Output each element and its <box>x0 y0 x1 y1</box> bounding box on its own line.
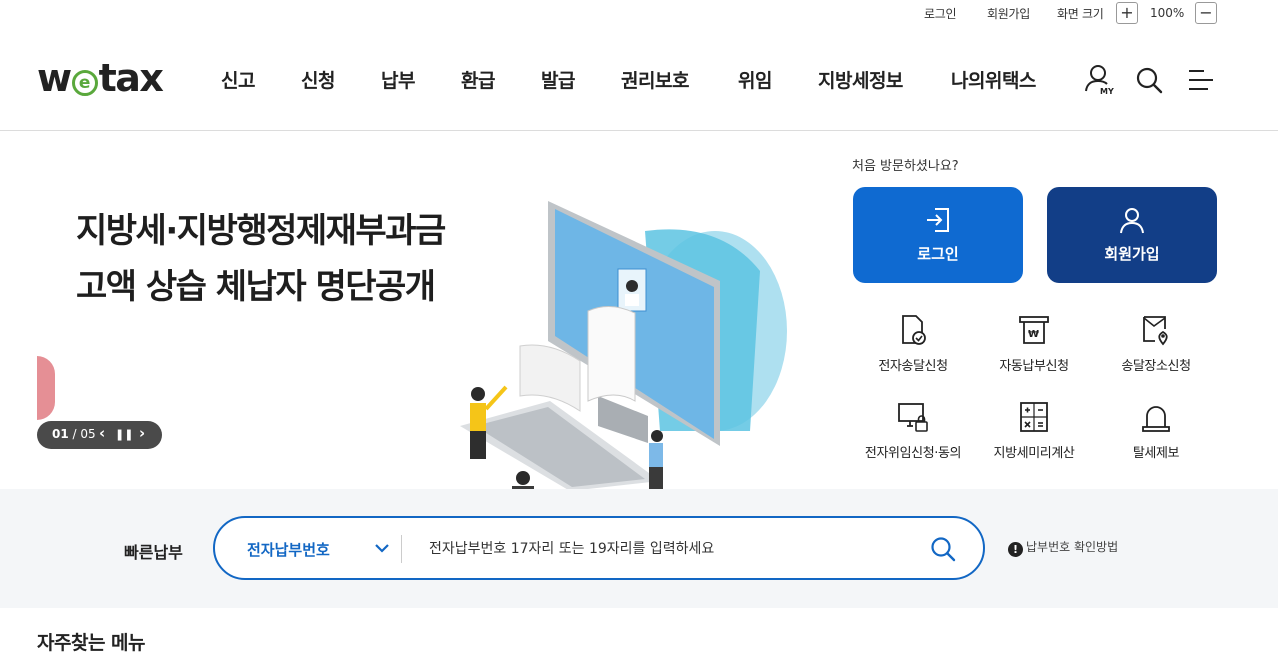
logo-e-mark: e <box>71 70 98 96</box>
zoom-level: 100% <box>1150 6 1185 20</box>
nav-local-tax-info[interactable]: 지방세정보 <box>818 66 903 93</box>
utility-bar: 로그인 회원가입 화면 크기 + 100% − <box>0 0 1278 28</box>
quick-menu-label: 송달장소신청 <box>1121 359 1191 374</box>
util-login-link[interactable]: 로그인 <box>924 5 957 22</box>
payment-type-select[interactable]: 전자납부번호 <box>247 539 330 560</box>
search-icon[interactable] <box>1135 66 1163 98</box>
prev-slide-peek <box>37 356 55 420</box>
quick-menu-e-delivery[interactable]: 전자송달신청 <box>853 313 973 374</box>
won-receipt-icon: ₩ <box>1017 313 1051 347</box>
nav-issue[interactable]: 발급 <box>541 66 575 93</box>
payment-number-input[interactable] <box>429 536 909 562</box>
svg-text:₩: ₩ <box>1028 329 1039 340</box>
login-icon <box>923 205 953 239</box>
quick-menu-auto-pay[interactable]: ₩ 자동납부신청 <box>974 313 1094 374</box>
logo-text-w: w <box>37 56 72 100</box>
info-icon: ! <box>1008 542 1023 557</box>
quick-menu-delivery-place[interactable]: 송달장소신청 <box>1096 313 1216 374</box>
chevron-down-icon[interactable] <box>373 539 391 561</box>
nav-my-wetax[interactable]: 나의위택스 <box>951 66 1036 93</box>
payment-number-help-link[interactable]: ! 납부번호 확인방법 <box>1008 538 1118 557</box>
nav-report[interactable]: 신고 <box>221 66 255 93</box>
hero-illustration <box>420 191 800 492</box>
quick-menu-label: 전자송달신청 <box>878 359 948 374</box>
quick-pay-search-box: 전자납부번호 <box>213 516 985 580</box>
quick-pay-label: 빠른납부 <box>124 543 183 562</box>
quick-menu-label: 지방세미리계산 <box>993 446 1075 461</box>
pause-icon[interactable]: ❚❚ <box>115 428 133 441</box>
help-text: 납부번호 확인방법 <box>1026 540 1119 554</box>
alarm-bell-icon <box>1139 400 1173 434</box>
hamburger-menu-icon[interactable] <box>1188 68 1214 96</box>
quick-menu-label: 전자위임신청·동의 <box>864 446 962 461</box>
hero-banner: 지방세·지방행정제재부과금 고액 상습 체납자 명단공개 01 / 05 ‹ ❚… <box>0 131 1278 492</box>
quick-menu-tax-evasion-report[interactable]: 탈세제보 <box>1096 400 1216 461</box>
nav-apply[interactable]: 신청 <box>301 66 335 93</box>
logo-text-tax: tax <box>98 56 164 100</box>
monitor-lock-icon <box>896 400 930 434</box>
slide-counter: 01 / 05 <box>52 427 96 441</box>
slide-pager: 01 / 05 ‹ ❚❚ › <box>37 421 162 449</box>
frequent-menu-title: 자주찾는 메뉴 <box>37 632 146 654</box>
next-slide-icon[interactable]: › <box>139 424 145 442</box>
login-button-label: 로그인 <box>917 245 959 263</box>
quick-menu-tax-calculator[interactable]: 지방세미리계산 <box>974 400 1094 461</box>
zoom-out-button[interactable]: − <box>1195 2 1217 24</box>
nav-pay[interactable]: 납부 <box>381 66 415 93</box>
quick-menu-e-delegation[interactable]: 전자위임신청·동의 <box>853 400 973 461</box>
hero-title-line1: 지방세·지방행정제재부과금 <box>76 211 446 251</box>
calculator-icon <box>1017 400 1051 434</box>
quick-pay-section: 빠른납부 전자납부번호 !납부번호 확인방법 <box>0 489 1278 608</box>
user-icon <box>1117 205 1147 239</box>
join-button[interactable]: 회원가입 <box>1047 187 1217 283</box>
zoom-in-button[interactable]: + <box>1116 2 1138 24</box>
site-header: w e tax 신고 신청 납부 환급 발급 권리보호 위임 지방세정보 나의위택스… <box>0 28 1278 131</box>
nav-refund[interactable]: 환급 <box>461 66 495 93</box>
quick-menu-label: 탈세제보 <box>1132 446 1180 461</box>
util-signup-link[interactable]: 회원가입 <box>987 5 1030 22</box>
nav-delegate[interactable]: 위임 <box>738 66 772 93</box>
hero-title[interactable]: 지방세·지방행정제재부과금 고액 상습 체납자 명단공개 <box>76 203 446 315</box>
quick-menu-label: 자동납부신청 <box>999 359 1069 374</box>
prev-slide-icon[interactable]: ‹ <box>99 424 105 442</box>
location-document-icon <box>1139 313 1173 347</box>
my-page-icon[interactable]: MY <box>1083 63 1115 101</box>
document-check-icon <box>896 313 930 347</box>
quick-pay-search-icon[interactable] <box>929 535 957 567</box>
svg-text:MY: MY <box>1100 87 1114 96</box>
hero-title-line2: 고액 상습 체납자 명단공개 <box>76 267 436 307</box>
select-divider <box>401 535 402 563</box>
join-button-label: 회원가입 <box>1104 245 1160 263</box>
visit-question: 처음 방문하셨나요? <box>852 159 959 174</box>
screen-size-label: 화면 크기 <box>1057 7 1104 21</box>
login-button[interactable]: 로그인 <box>853 187 1023 283</box>
nav-rights[interactable]: 권리보호 <box>621 66 689 93</box>
wetax-logo[interactable]: w e tax <box>37 56 164 100</box>
